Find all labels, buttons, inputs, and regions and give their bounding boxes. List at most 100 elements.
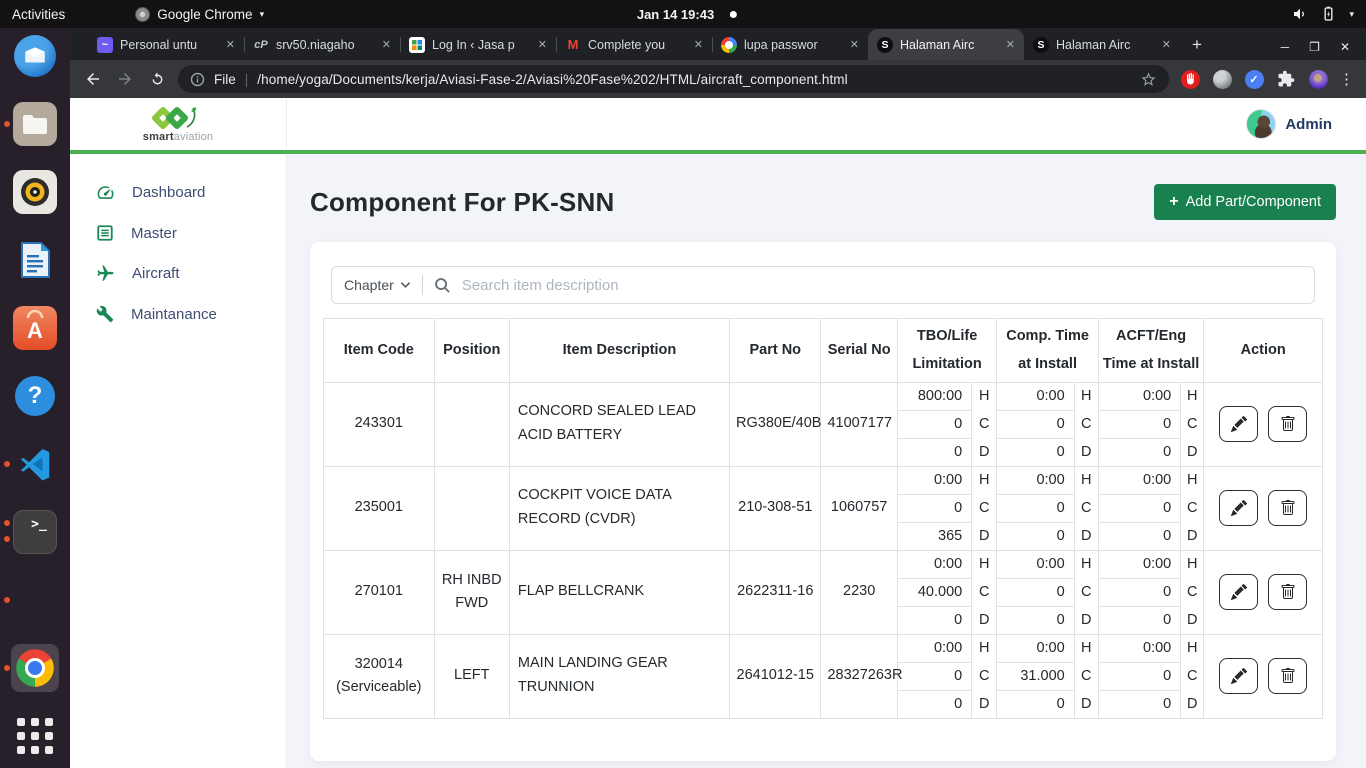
system-status-area[interactable]: ▾ xyxy=(1292,6,1366,22)
new-tab-button[interactable]: + xyxy=(1192,35,1202,55)
dock-chrome[interactable] xyxy=(11,644,59,692)
files-icon xyxy=(13,102,57,146)
cell-part-no: 2622311-16 xyxy=(730,550,821,634)
browser-tab[interactable]: M Complete you ✕ xyxy=(556,29,712,60)
tab-favicon: S xyxy=(877,37,893,53)
close-window-button[interactable]: ✕ xyxy=(1340,40,1350,54)
sidebar-item-maintanance[interactable]: Maintanance xyxy=(70,294,286,334)
unit-label: D xyxy=(972,522,997,550)
cell-actions xyxy=(1204,634,1323,718)
dock-ubuntu-software[interactable]: A xyxy=(11,304,59,352)
web-page: smartaviation Admin Dashboard xyxy=(70,98,1366,768)
sidebar-item-dashboard[interactable]: Dashboard xyxy=(70,172,286,213)
tab-close-icon[interactable]: ✕ xyxy=(692,38,705,51)
tab-close-icon[interactable]: ✕ xyxy=(380,38,393,51)
dashboard-gauge-icon xyxy=(96,183,115,202)
forward-button[interactable] xyxy=(114,68,136,90)
dock-running-app[interactable] xyxy=(11,576,59,624)
unit-label: H xyxy=(1181,466,1204,494)
delete-button[interactable] xyxy=(1268,490,1307,526)
dock-rhythmbox[interactable] xyxy=(11,168,59,216)
dock-libreoffice-writer[interactable] xyxy=(11,236,59,284)
cell-tbo-value: 0 xyxy=(897,606,971,634)
vscode-icon xyxy=(17,446,53,482)
verified-extension-icon[interactable]: ✓ xyxy=(1243,68,1265,90)
unit-label: D xyxy=(972,690,997,718)
cell-comp-value: 0:00 xyxy=(997,634,1074,662)
user-avatar xyxy=(1246,109,1276,139)
cell-actions xyxy=(1204,550,1323,634)
cell-acft-value: 0 xyxy=(1098,578,1180,606)
col-header-action: Action xyxy=(1204,319,1323,383)
col-header-item-description: Item Description xyxy=(509,319,729,383)
tab-close-icon[interactable]: ✕ xyxy=(848,38,861,51)
focused-app-menu[interactable]: Google Chrome ▾ xyxy=(135,7,264,22)
add-part-component-button[interactable]: + Add Part/Component xyxy=(1154,184,1336,220)
tab-close-icon[interactable]: ✕ xyxy=(1160,38,1173,51)
dock-files[interactable] xyxy=(11,100,59,148)
minimize-button[interactable]: ─ xyxy=(1281,40,1290,54)
edit-button[interactable] xyxy=(1219,658,1258,694)
dock-help[interactable]: ? xyxy=(11,372,59,420)
delete-button[interactable] xyxy=(1268,574,1307,610)
adblock-extension-icon[interactable] xyxy=(1179,68,1201,90)
search-input[interactable] xyxy=(462,277,1302,294)
browser-tab-active[interactable]: S Halaman Airc ✕ xyxy=(868,29,1024,60)
extensions-puzzle-icon[interactable] xyxy=(1275,68,1297,90)
edit-button[interactable] xyxy=(1219,574,1258,610)
clock-menu[interactable]: Jan 14 19:43 xyxy=(637,0,737,28)
component-sub-row: 270101RH INBD FWDFLAP BELLCRANK2622311-1… xyxy=(324,550,1323,578)
ubuntu-top-bar: Activities Google Chrome ▾ Jan 14 19:43 … xyxy=(0,0,1366,28)
tab-close-icon[interactable]: ✕ xyxy=(224,38,237,51)
ubuntu-dock: A ? >_ xyxy=(0,28,70,768)
cell-item-description: CONCORD SEALED LEAD ACID BATTERY xyxy=(509,382,729,466)
cell-acft-value: 0 xyxy=(1098,410,1180,438)
edit-button[interactable] xyxy=(1219,490,1258,526)
browser-tab[interactable]: ~ Personal untu ✕ xyxy=(88,29,244,60)
dock-terminal[interactable]: >_ xyxy=(11,508,59,556)
browser-profile-avatar[interactable] xyxy=(1307,68,1329,90)
sidebar-item-master[interactable]: Master xyxy=(70,213,286,253)
address-bar[interactable]: File | /home/yoga/Documents/kerja/Aviasi… xyxy=(178,65,1169,93)
delete-icon xyxy=(1280,584,1296,600)
component-table: Item Code Position Item Description Part… xyxy=(323,318,1323,719)
browser-tab[interactable]: cP srv50.niagaho ✕ xyxy=(244,29,400,60)
bookmark-star-icon[interactable] xyxy=(1140,71,1157,88)
cell-actions xyxy=(1204,466,1323,550)
tab-close-icon[interactable]: ✕ xyxy=(536,38,549,51)
col-header-tbo: TBO/Life Limitation xyxy=(897,319,996,383)
smartaviation-logo[interactable]: smartaviation xyxy=(143,105,213,143)
cell-tbo-value: 0 xyxy=(897,662,971,690)
page-info-icon[interactable] xyxy=(190,72,205,87)
cell-comp-value: 0:00 xyxy=(997,382,1074,410)
unit-label: C xyxy=(1181,410,1204,438)
sidebar-item-aircraft[interactable]: Aircraft xyxy=(70,253,286,294)
activities-button[interactable]: Activities xyxy=(0,7,79,22)
chapter-select[interactable]: Chapter xyxy=(344,277,411,293)
user-menu[interactable]: Admin xyxy=(1246,109,1366,139)
browser-tab[interactable]: Log In ‹ Jasa p ✕ xyxy=(400,29,556,60)
tab-close-icon[interactable]: ✕ xyxy=(1004,38,1017,51)
cell-part-no: 2641012-15 xyxy=(730,634,821,718)
col-header-serial-no: Serial No xyxy=(821,319,897,383)
reload-button[interactable] xyxy=(146,68,168,90)
tab-favicon xyxy=(721,37,737,53)
back-button[interactable] xyxy=(82,68,104,90)
dock-vscode[interactable] xyxy=(11,440,59,488)
globe-extension-icon[interactable] xyxy=(1211,68,1233,90)
component-table-body: 243301CONCORD SEALED LEAD ACID BATTERYRG… xyxy=(324,382,1323,718)
cell-actions xyxy=(1204,382,1323,466)
browser-menu-icon[interactable]: ⋮ xyxy=(1339,70,1354,88)
delete-button[interactable] xyxy=(1268,406,1307,442)
unit-label: C xyxy=(1074,662,1098,690)
rhythmbox-icon xyxy=(13,170,57,214)
cell-tbo-value: 800:00 xyxy=(897,382,971,410)
browser-tab[interactable]: S Halaman Airc ✕ xyxy=(1024,29,1180,60)
restore-button[interactable]: ❐ xyxy=(1309,40,1320,54)
dock-thunderbird[interactable] xyxy=(11,32,59,80)
delete-button[interactable] xyxy=(1268,658,1307,694)
edit-button[interactable] xyxy=(1219,406,1258,442)
dock-app-grid[interactable] xyxy=(11,712,59,760)
focused-app-label: Google Chrome xyxy=(157,7,252,22)
browser-tab[interactable]: lupa passwor ✕ xyxy=(712,29,868,60)
